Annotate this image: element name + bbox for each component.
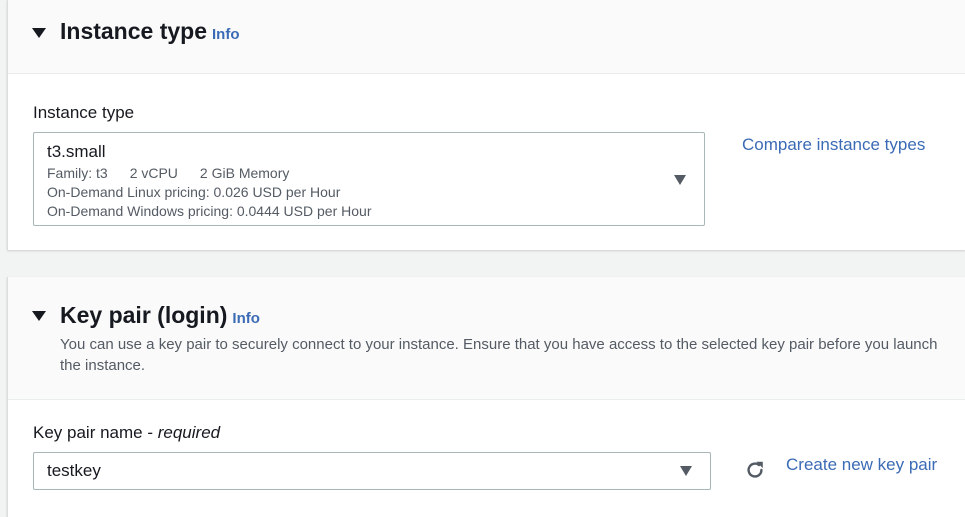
required-marker: required [157,423,221,442]
linux-pricing: On-Demand Linux pricing: 0.026 USD per H… [47,184,341,200]
key-pair-value: testkey [47,461,101,480]
windows-pricing: On-Demand Windows pricing: 0.0444 USD pe… [47,203,372,219]
caret-down-icon[interactable] [32,28,46,38]
instance-type-label: Instance type [33,103,135,122]
instance-family: Family: t3 [47,165,108,181]
refresh-icon[interactable] [744,459,766,481]
key-pair-info-link[interactable]: Info [232,310,260,327]
key-pair-name-label: Key pair name - required [33,423,221,442]
instance-type-header[interactable]: Instance type Info [8,0,965,74]
instance-type-panel: Instance type Info Instance type t3.small… [7,0,965,250]
section-title-text: Key pair (login) [60,302,228,328]
instance-memory: 2 GiB Memory [199,165,290,181]
chevron-down-icon [674,175,686,185]
instance-type-specs: Family: t3 2 vCPU 2 GiB Memory [47,165,289,181]
instance-vcpu: 2 vCPU [129,165,178,181]
key-pair-select[interactable]: testkey [33,452,711,490]
key-pair-title: Key pair (login) Info [60,302,260,329]
key-pair-label-text: Key pair name [33,423,143,442]
caret-down-icon[interactable] [32,311,46,321]
key-pair-panel: Key pair (login) Info You can use a key p… [7,277,965,517]
create-new-key-pair-link[interactable]: Create new key pair [786,455,937,475]
key-pair-header[interactable]: Key pair (login) Info You can use a key p… [8,277,965,400]
chevron-down-icon [680,466,692,476]
compare-instance-types-link[interactable]: Compare instance types [742,135,925,155]
key-pair-description: You can use a key pair to securely conne… [60,336,938,374]
instance-type-select[interactable]: t3.small Family: t3 2 vCPU 2 GiB Memory On… [33,132,705,226]
instance-type-info-link[interactable]: Info [212,26,240,43]
instance-type-value: t3.small [47,142,106,161]
instance-type-title: Instance type Info [60,18,240,45]
section-title-text: Instance type [60,18,207,44]
